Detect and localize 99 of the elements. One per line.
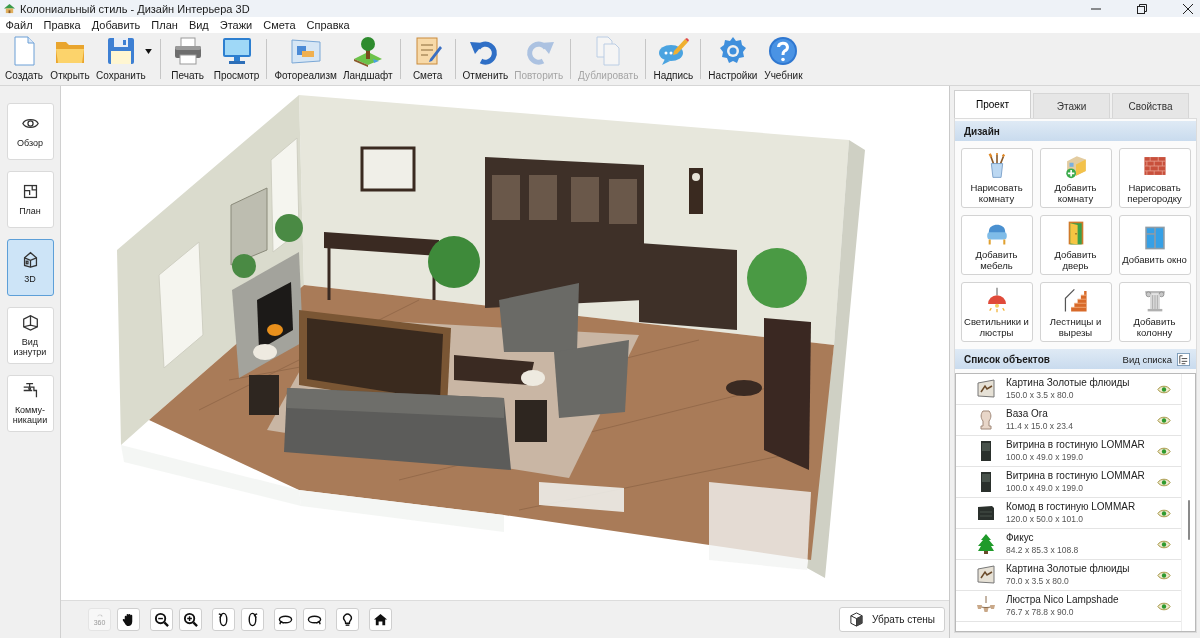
- view-mode-button[interactable]: Вид изнутри: [6, 307, 54, 364]
- menu-item[interactable]: Добавить: [86, 19, 146, 31]
- design-tool-button[interactable]: Лестницы и вырезы: [1039, 282, 1112, 342]
- object-size: 11.4 x 15.0 x 23.4: [1006, 420, 1074, 432]
- panel-tab[interactable]: Свойства: [1112, 93, 1189, 118]
- toolbar-button[interactable]: Сохранить: [93, 33, 149, 85]
- object-name[interactable]: Витрина в гостиную LOMMAR: [1006, 470, 1157, 482]
- close-icon[interactable]: [1183, 3, 1193, 14]
- design-tool-button[interactable]: Добавить окно: [1118, 215, 1191, 275]
- view-mode-button[interactable]: Комму- никации: [6, 375, 54, 432]
- toolbar-button[interactable]: Настройки: [705, 33, 761, 85]
- house-icon: [21, 251, 39, 268]
- list-scrollbar[interactable]: [1187, 500, 1190, 540]
- toolbar-button[interactable]: Открыть: [47, 33, 93, 85]
- panel-tab[interactable]: Этажи: [1033, 93, 1110, 118]
- menu-item[interactable]: План: [145, 19, 184, 31]
- eye-icon[interactable]: [1157, 508, 1171, 518]
- object-size: 100.0 x 49.0 x 199.0: [1006, 451, 1085, 463]
- plant-icon: [976, 534, 996, 554]
- eye-icon[interactable]: [1157, 384, 1171, 394]
- object-size: 84.2 x 85.3 x 108.8: [1006, 544, 1080, 556]
- object-name[interactable]: Комод в гостиную LOMMAR: [1006, 501, 1157, 513]
- view-mode-button[interactable]: Обзор: [6, 103, 54, 160]
- toolbar-button[interactable]: Печать: [164, 33, 211, 85]
- design-tool-button[interactable]: Светильники и люстры: [960, 282, 1033, 342]
- object-size: 70.0 x 3.5 x 80.0: [1006, 575, 1070, 587]
- section-title: Список объектов: [964, 353, 1050, 365]
- menu-item[interactable]: Правка: [38, 19, 87, 31]
- toolbar-button[interactable]: Создать: [1, 33, 47, 85]
- design-tool-button[interactable]: Добавить мебель: [960, 215, 1033, 275]
- object-size: 100.0 x 49.0 x 199.0: [1006, 482, 1085, 494]
- window-title: Колониальный стиль - Дизайн Интерьера 3D: [20, 2, 250, 15]
- light-button[interactable]: [336, 608, 359, 631]
- menu-item[interactable]: Файл: [0, 19, 39, 31]
- design-tool-button[interactable]: Нарисовать комнату: [960, 148, 1033, 208]
- list-view-button[interactable]: Вид списка: [1122, 352, 1190, 366]
- object-name[interactable]: Витрина в гостиную LOMMAR: [1006, 439, 1157, 451]
- dresser-icon: [976, 503, 996, 523]
- object-size: 150.0 x 3.5 x 80.0: [1006, 389, 1075, 401]
- remove-walls-button[interactable]: Убрать стены: [838, 607, 945, 632]
- design-tool-button[interactable]: Добавить колонну: [1118, 282, 1191, 342]
- pipe-icon: [21, 382, 39, 399]
- menu-item[interactable]: Вид: [183, 19, 215, 31]
- object-name[interactable]: Картина Золотые флюиды: [1006, 377, 1157, 389]
- orbit-right-button[interactable]: [303, 608, 326, 631]
- panel-tab[interactable]: Проект: [954, 90, 1031, 118]
- tree-icon: [351, 35, 384, 67]
- monitor-icon: [220, 35, 253, 67]
- toolbar-button[interactable]: Надпись: [650, 33, 697, 85]
- dropdown-caret-icon[interactable]: [144, 49, 152, 54]
- menu-item[interactable]: Этажи: [214, 19, 258, 31]
- zoom-out-button[interactable]: [150, 608, 173, 631]
- object-name[interactable]: Ваза Ora: [1006, 408, 1157, 420]
- design-tool-button[interactable]: Добавить комнату: [1039, 148, 1112, 208]
- cube-icon: [848, 612, 864, 627]
- painting-icon: [976, 379, 996, 399]
- design-tool-button[interactable]: Добавить дверь: [1039, 215, 1112, 275]
- toolbar-button[interactable]: Фотореализм: [271, 33, 340, 85]
- toolbar-button[interactable]: Смета: [404, 33, 451, 85]
- painting-icon: [976, 565, 996, 585]
- rotate-right-button[interactable]: [241, 608, 264, 631]
- menu-item[interactable]: Справка: [301, 19, 356, 31]
- object-size: 76.7 x 78.8 x 90.0: [1006, 606, 1075, 618]
- speech-bubble-icon: [657, 35, 690, 67]
- object-name[interactable]: Фикус: [1006, 532, 1157, 544]
- eye-icon[interactable]: [1157, 570, 1171, 580]
- orbit-left-button[interactable]: [274, 608, 297, 631]
- zoom-out-icon: [154, 612, 169, 627]
- zoom-in-icon: [183, 612, 198, 627]
- eye-icon[interactable]: [1157, 601, 1171, 611]
- section-title: Дизайн: [964, 125, 1000, 137]
- help-icon: [767, 35, 800, 67]
- toolbar-button[interactable]: Просмотр: [210, 33, 263, 85]
- object-size: 120.0 x 50.0 x 101.0: [1006, 513, 1085, 525]
- object-name[interactable]: Люстра Nico Lampshade: [1006, 594, 1157, 606]
- eye-icon[interactable]: [1157, 477, 1171, 487]
- home-icon: [373, 612, 388, 627]
- eye-icon[interactable]: [1157, 539, 1171, 549]
- object-name[interactable]: Картина Золотые флюиды: [1006, 563, 1157, 575]
- toolbar-button[interactable]: Учебник: [760, 33, 807, 85]
- rotate-left-button[interactable]: [212, 608, 235, 631]
- toolbar-button[interactable]: Отменить: [459, 33, 512, 85]
- light-bulb-icon: [340, 612, 355, 627]
- restore-icon[interactable]: [1137, 3, 1147, 14]
- open-box-icon: [21, 314, 39, 331]
- list-view-icon: [1177, 352, 1190, 366]
- zoom-in-button[interactable]: [179, 608, 202, 631]
- home-button[interactable]: [369, 608, 392, 631]
- eye-icon[interactable]: [1157, 415, 1171, 425]
- view-mode-button[interactable]: План: [6, 171, 54, 228]
- view-mode-button[interactable]: 3D: [6, 239, 54, 296]
- stairs-icon: [1062, 286, 1089, 313]
- pan-button[interactable]: [117, 608, 140, 631]
- floor-plan-icon: [21, 183, 39, 200]
- design-tool-button[interactable]: Нарисовать перегородку: [1118, 148, 1191, 208]
- toolbar-button[interactable]: Ландшафт: [339, 33, 396, 85]
- menu-item[interactable]: Смета: [257, 19, 302, 31]
- house-icon: [3, 3, 16, 14]
- eye-icon[interactable]: [1157, 446, 1171, 456]
